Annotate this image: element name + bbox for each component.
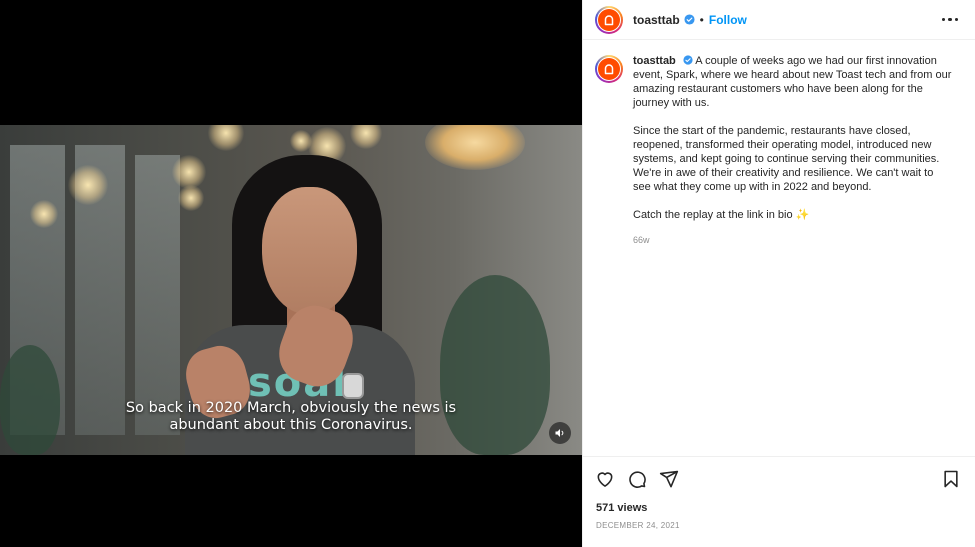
video-subtitle: So back in 2020 March, obviously the new… [0, 400, 582, 434]
bokeh-light [290, 130, 312, 152]
subtitle-line-2: abundant about this Coronavirus. [169, 417, 413, 433]
follow-button[interactable]: Follow [709, 13, 747, 27]
bokeh-light [30, 200, 58, 228]
subtitle-line-1: So back in 2020 March, obviously the new… [125, 400, 457, 416]
toast-logo-glyph [604, 64, 614, 75]
bokeh-light [68, 165, 108, 205]
more-dot [954, 17, 958, 22]
instagram-post-viewer: soak So back in 2020 March, obviously th… [0, 0, 975, 547]
more-dot [941, 17, 945, 22]
save-button[interactable] [941, 469, 961, 489]
caption-paragraph-2: Since the start of the pandemic, restaur… [633, 125, 940, 193]
post-details-panel: toasttab • Follow toasttab A couple of w… [582, 0, 975, 547]
bokeh-light [172, 155, 206, 189]
caption-paragraph-3: Catch the replay at the link in bio ✨ [633, 209, 810, 221]
like-button[interactable] [595, 469, 615, 489]
background-window [135, 155, 180, 435]
post-caption-section: toasttab A couple of weeks ago we had ou… [583, 40, 975, 247]
toast-logo-icon [598, 8, 620, 31]
comment-button[interactable] [627, 469, 647, 489]
caption-paragraph-1: toasttab A couple of weeks ago we had ou… [633, 54, 953, 110]
avatar-ring [597, 7, 621, 32]
share-icon [659, 470, 679, 488]
comment-icon [629, 471, 646, 488]
action-bar [583, 457, 975, 489]
avatar[interactable] [595, 5, 623, 34]
more-options-icon[interactable] [938, 14, 963, 26]
header-username[interactable]: toasttab [633, 13, 680, 27]
speaker-icon [555, 429, 564, 437]
caption-text-1: A couple of weeks ago we had our first i… [633, 55, 952, 109]
caption-username[interactable]: toasttab [633, 55, 676, 67]
smartwatch [342, 373, 364, 399]
video-pane[interactable]: soak So back in 2020 March, obviously th… [0, 0, 582, 547]
bokeh-light [178, 185, 204, 211]
avatar-ring [597, 57, 621, 81]
toast-logo-glyph [604, 14, 614, 25]
post-header: toasttab • Follow [583, 0, 975, 40]
view-count[interactable]: 571 views [583, 489, 975, 514]
post-time-ago[interactable]: 66w [633, 233, 953, 247]
actions-section: 571 views DECEMBER 24, 2021 [583, 456, 975, 547]
toast-logo-icon [598, 58, 620, 80]
bokeh-light [350, 125, 382, 149]
separator-dot: • [699, 12, 704, 27]
post-caption: toasttab A couple of weeks ago we had ou… [633, 54, 953, 247]
more-dot [948, 17, 952, 22]
caption-avatar[interactable] [595, 55, 623, 83]
bokeh-light [208, 125, 244, 151]
verified-badge-icon [684, 14, 695, 25]
verified-badge-icon [683, 55, 693, 65]
post-date: DECEMBER 24, 2021 [596, 521, 680, 530]
share-button[interactable] [659, 469, 679, 489]
audio-toggle-button[interactable] [549, 422, 571, 444]
bookmark-icon [944, 470, 958, 488]
heart-icon [597, 472, 613, 487]
person-face [262, 187, 357, 315]
hanging-lamp [425, 125, 525, 170]
